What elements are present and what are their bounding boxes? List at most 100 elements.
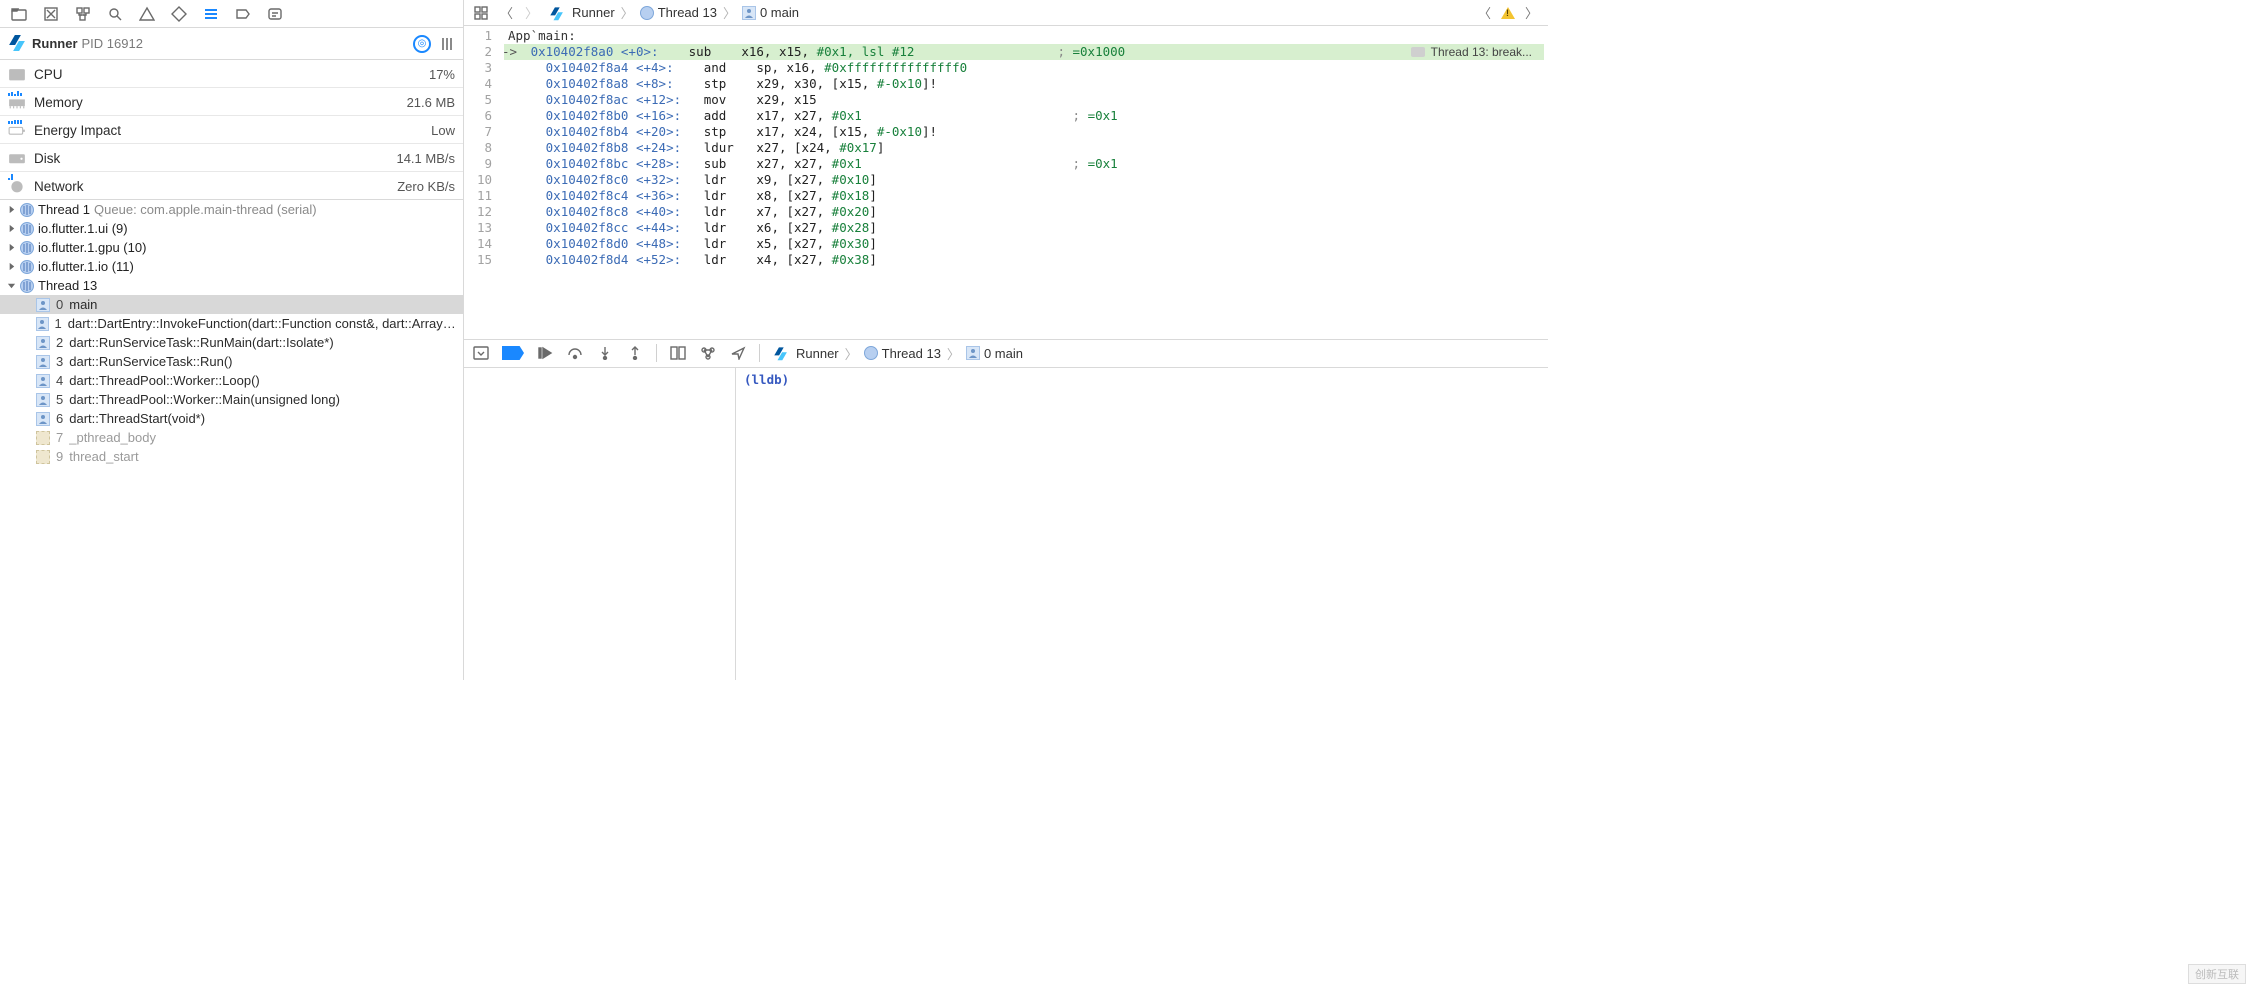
- flutter-logo-icon: [773, 347, 784, 358]
- memory-sparkline: [8, 109, 68, 115]
- user-frame-icon: [36, 336, 50, 350]
- disasm-line: 0x10402f8ac <+12>: mov x29, x15: [504, 92, 1544, 108]
- chevron-right-icon[interactable]: [6, 243, 16, 253]
- hide-debug-icon[interactable]: [472, 345, 490, 361]
- report-icon[interactable]: [266, 5, 284, 23]
- memory-icon: [8, 96, 26, 110]
- breadcrumb-top[interactable]: Runner 〉 Thread 13 〉 0 main: [548, 3, 1468, 22]
- disasm-line: -> 0x10402f8a0 <+0>: sub x16, x15, #0x1,…: [504, 44, 1544, 60]
- user-frame-icon: [36, 412, 50, 426]
- stat-cpu[interactable]: CPU 17%: [0, 60, 463, 88]
- breakpoint-glyph-icon: [1411, 47, 1425, 57]
- location-icon[interactable]: [729, 345, 747, 361]
- thread-icon: [20, 279, 34, 293]
- view-options-icon[interactable]: [439, 36, 455, 52]
- chevron-right-icon[interactable]: [6, 224, 16, 234]
- warning-icon[interactable]: [1501, 7, 1515, 19]
- issues-icon[interactable]: [138, 5, 156, 23]
- disasm-line: 0x10402f8cc <+44>: ldr x6, [x27, #0x28]: [504, 220, 1544, 236]
- step-out-button[interactable]: [626, 345, 644, 361]
- user-frame-icon: [36, 393, 50, 407]
- disasm-line: 0x10402f8d0 <+48>: ldr x5, [x27, #0x30]: [504, 236, 1544, 252]
- process-name: Runner: [32, 36, 78, 51]
- thread-row[interactable]: io.flutter.1.ui (9): [0, 219, 463, 238]
- stat-network[interactable]: Network Zero KB/s: [0, 172, 463, 200]
- stack-frame-row[interactable]: 6dart::ThreadStart(void*): [0, 409, 463, 428]
- stack-frame-row[interactable]: 7_pthread_body: [0, 428, 463, 447]
- disasm-line: 0x10402f8b0 <+16>: add x17, x27, #0x1 ; …: [504, 108, 1544, 124]
- breakpoints-toggle[interactable]: [502, 346, 524, 360]
- thread-icon: [640, 6, 654, 20]
- variables-pane[interactable]: [464, 368, 736, 681]
- symbols-icon[interactable]: [74, 5, 92, 23]
- continue-button[interactable]: [536, 345, 554, 361]
- next-issue-button[interactable]: 〉: [1523, 3, 1540, 22]
- stack-frame-row[interactable]: 9thread_start: [0, 447, 463, 466]
- stack-frame-row[interactable]: 4dart::ThreadPool::Worker::Loop(): [0, 371, 463, 390]
- disasm-line: App`main:: [504, 28, 1544, 44]
- console-pane[interactable]: (lldb): [736, 368, 1548, 681]
- prev-issue-button[interactable]: 〈: [1476, 3, 1493, 22]
- code-lines: App`main:-> 0x10402f8a0 <+0>: sub x16, x…: [500, 26, 1548, 339]
- chevron-right-icon[interactable]: [6, 205, 16, 215]
- forward-button[interactable]: 〉: [523, 3, 540, 22]
- step-into-button[interactable]: [596, 345, 614, 361]
- debug-gauge-icon[interactable]: [202, 5, 220, 23]
- system-frame-icon: [36, 450, 50, 464]
- disasm-line: 0x10402f8b8 <+24>: ldur x27, [x24, #0x17…: [504, 140, 1544, 156]
- chevron-down-icon[interactable]: [6, 281, 16, 291]
- thread-icon: [20, 260, 34, 274]
- related-items-icon[interactable]: [472, 4, 490, 22]
- user-frame-icon: [36, 355, 50, 369]
- thread-icon: [20, 203, 34, 217]
- folder-icon[interactable]: [10, 5, 28, 23]
- thread-row[interactable]: io.flutter.1.gpu (10): [0, 238, 463, 257]
- profile-icon[interactable]: ◎: [413, 35, 431, 53]
- disasm-line: 0x10402f8d4 <+52>: ldr x4, [x27, #0x38]: [504, 252, 1544, 268]
- thread-icon: [20, 241, 34, 255]
- navigator-toolbar: [0, 0, 463, 28]
- stack-frame-row[interactable]: 3dart::RunServiceTask::Run(): [0, 352, 463, 371]
- energy-icon: [8, 124, 26, 138]
- stack-frame-row[interactable]: 5dart::ThreadPool::Worker::Main(unsigned…: [0, 390, 463, 409]
- editor-panel: 〈 〉 Runner 〉 Thread 13 〉 0 main 〈 〉 1234…: [464, 0, 1548, 680]
- flutter-logo-icon: [8, 35, 26, 53]
- stat-memory[interactable]: Memory 21.6 MB: [0, 88, 463, 116]
- frame-icon: [966, 346, 980, 360]
- source-control-icon[interactable]: [42, 5, 60, 23]
- stat-energy[interactable]: Energy Impact Low: [0, 116, 463, 144]
- breakpoint-annotation[interactable]: Thread 13: break...: [1405, 44, 1538, 60]
- flutter-logo-icon: [549, 7, 560, 18]
- disk-sparkline: [8, 165, 68, 171]
- disk-icon: [8, 152, 26, 166]
- debug-navigator: Runner PID 16912 ◎ CPU 17% Memory 21.6 M…: [0, 0, 464, 680]
- thread-row[interactable]: Thread 1 Queue: com.apple.main-thread (s…: [0, 200, 463, 219]
- thread-row[interactable]: Thread 13: [0, 276, 463, 295]
- user-frame-icon: [36, 317, 49, 331]
- memory-graph-icon[interactable]: [699, 345, 717, 361]
- stack-frame-row[interactable]: 2dart::RunServiceTask::RunMain(dart::Iso…: [0, 333, 463, 352]
- debug-area: (lldb): [464, 368, 1548, 681]
- process-pid: PID 16912: [82, 36, 143, 51]
- stat-disk[interactable]: Disk 14.1 MB/s: [0, 144, 463, 172]
- user-frame-icon: [36, 374, 50, 388]
- cpu-icon: [8, 68, 26, 82]
- process-header: Runner PID 16912 ◎: [0, 28, 463, 60]
- breadcrumb-debug[interactable]: Runner 〉 Thread 13 〉 0 main: [772, 344, 1023, 363]
- view-debug-icon[interactable]: [669, 345, 687, 361]
- chevron-right-icon[interactable]: [6, 262, 16, 272]
- disasm-line: 0x10402f8b4 <+20>: stp x17, x24, [x15, #…: [504, 124, 1544, 140]
- thread-list[interactable]: Thread 1 Queue: com.apple.main-thread (s…: [0, 200, 463, 680]
- find-icon[interactable]: [106, 5, 124, 23]
- user-frame-icon: [36, 298, 50, 312]
- disassembly-view[interactable]: 123456789101112131415 App`main:-> 0x1040…: [464, 26, 1548, 340]
- step-over-button[interactable]: [566, 345, 584, 361]
- debug-toolbar: Runner 〉 Thread 13 〉 0 main: [464, 340, 1548, 368]
- thread-row[interactable]: io.flutter.1.io (11): [0, 257, 463, 276]
- frame-icon: [742, 6, 756, 20]
- breakpoint-nav-icon[interactable]: [234, 5, 252, 23]
- back-button[interactable]: 〈: [498, 3, 515, 22]
- stack-frame-row[interactable]: 1dart::DartEntry::InvokeFunction(dart::F…: [0, 314, 463, 333]
- tests-icon[interactable]: [170, 5, 188, 23]
- stack-frame-row[interactable]: 0main: [0, 295, 463, 314]
